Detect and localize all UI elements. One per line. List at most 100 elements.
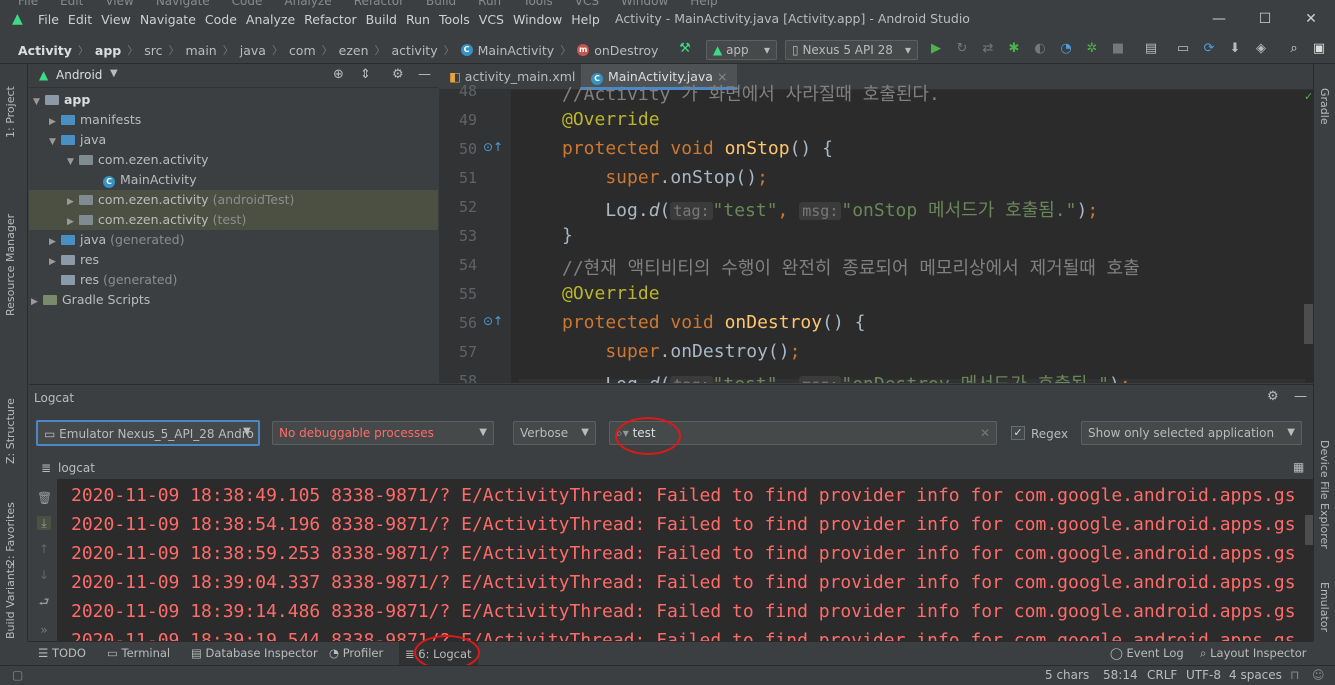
chevron-down-icon[interactable]: ▼ (110, 68, 118, 79)
profile-icon[interactable]: ◔ (1057, 40, 1075, 58)
layout-icon[interactable]: ▦ (1293, 460, 1304, 474)
code-line[interactable]: protected void onDestroy() { (562, 312, 865, 333)
tree-item-app[interactable]: ▼ app (33, 90, 90, 110)
menu-help[interactable]: Help (571, 12, 600, 27)
menu-build[interactable]: Build (366, 12, 397, 27)
tree-item-res[interactable]: ▶ res (49, 250, 99, 270)
log-line[interactable]: 2020-11-09 18:38:54.196 8338-9871/? E/Ac… (71, 514, 1296, 535)
tab-favorites[interactable]: 2: Favorites (4, 502, 17, 566)
expand-arrow-icon[interactable]: ▶ (67, 212, 79, 232)
attach-debugger-icon[interactable]: ✲ (1083, 40, 1101, 58)
hide-icon[interactable]: — (1294, 389, 1307, 404)
settings-icon[interactable]: ▣ (1310, 40, 1328, 58)
expand-arrow-icon[interactable]: ▶ (31, 292, 43, 312)
breadcrumb-item[interactable]: src (144, 43, 162, 58)
expand-arrow-icon[interactable]: ▶ (49, 232, 61, 252)
tree-item-res-generated[interactable]: res (generated) (61, 270, 177, 290)
logcat-output[interactable]: 2020-11-09 18:38:49.105 8338-9871/? E/Ac… (57, 479, 1313, 642)
breadcrumb-item[interactable]: onDestroy (594, 43, 658, 58)
close-button[interactable]: ✕ (1288, 8, 1334, 30)
gear-icon[interactable]: ⚙ (1267, 389, 1279, 404)
tab-resource-manager[interactable]: Resource Manager (4, 214, 17, 316)
stop-icon[interactable]: ■ (1109, 40, 1127, 58)
tab-emulator[interactable]: Emulator (1318, 582, 1331, 632)
status-indent[interactable]: 4 spaces (1229, 668, 1282, 682)
debug-icon[interactable]: ✱ (1005, 40, 1023, 58)
tree-item-package-androidtest[interactable]: ▶ com.ezen.activity (androidTest) (67, 190, 294, 210)
locate-icon[interactable]: ⊕ (333, 67, 344, 82)
code-line[interactable]: @Override (562, 109, 660, 130)
breadcrumb-item[interactable]: activity (392, 43, 438, 58)
maximize-button[interactable]: ☐ (1242, 8, 1288, 30)
minimize-button[interactable]: — (1196, 8, 1242, 30)
menu-view[interactable]: View (101, 12, 131, 27)
build-hammer-icon[interactable]: ⚒ (676, 40, 694, 58)
breadcrumb-item[interactable]: app (95, 43, 121, 58)
down-icon[interactable]: ↓ (37, 568, 51, 582)
tree-item-manifests[interactable]: ▶ manifests (49, 110, 141, 130)
code-editor[interactable]: ◧ activity_main.xml × CMainActivity.java… (439, 64, 1313, 383)
run-icon[interactable]: ▶ (927, 40, 945, 58)
breadcrumb-item[interactable]: main (186, 43, 217, 58)
tree-item-mainactivity[interactable]: C MainActivity (103, 170, 197, 190)
breadcrumb-item[interactable]: com (289, 43, 316, 58)
menu-refactor[interactable]: Refactor (304, 12, 356, 27)
menu-window[interactable]: Window (513, 12, 562, 27)
breadcrumb-item[interactable]: Activity (18, 43, 72, 58)
tree-item-package[interactable]: ▼ com.ezen.activity (67, 150, 209, 170)
device-select[interactable]: ▯ Nexus 5 API 28 ▾ (785, 40, 918, 60)
code-line[interactable]: Log.d(tag: "test", msg: "onStop 메서드가 호출됨."… (562, 196, 1098, 222)
clear-log-icon[interactable]: 🗑 (37, 491, 52, 505)
tab-project[interactable]: 1: Project (4, 86, 17, 138)
tree-item-package-test[interactable]: ▶ com.ezen.activity (test) (67, 210, 246, 230)
menu-edit[interactable]: Edit (68, 12, 92, 27)
menu-code[interactable]: Code (205, 12, 237, 27)
project-structure-icon[interactable]: ▤ (1142, 40, 1160, 58)
log-level-select[interactable]: Verbose ▼ (513, 421, 596, 445)
menu-file[interactable]: File (38, 12, 59, 27)
tool-database-inspector[interactable]: ▤ Database Inspector (191, 646, 318, 660)
override-marker-icon[interactable]: ⊙↑ (483, 140, 503, 154)
clear-icon[interactable]: ✕ (980, 422, 990, 444)
project-view-select[interactable]: Android (56, 68, 102, 82)
gear-icon[interactable]: ⚙ (392, 67, 404, 82)
sync-gradle-icon[interactable]: ⟳ (1200, 40, 1218, 58)
breadcrumb-item[interactable]: MainActivity (478, 43, 555, 58)
apply-code-changes-icon[interactable]: ⇄ (979, 40, 997, 58)
scroll-to-end-icon[interactable]: ⤓ (37, 516, 51, 530)
code-line[interactable]: protected void onStop() { (562, 138, 833, 159)
expand-arrow-icon[interactable]: ▶ (67, 192, 79, 212)
menu-navigate[interactable]: Navigate (140, 12, 196, 27)
status-line-endings[interactable]: CRLF (1147, 668, 1177, 682)
status-caret-position[interactable]: 58:14 (1103, 668, 1138, 682)
code-line[interactable]: super.onStop(); (562, 167, 768, 188)
code-line[interactable]: Log.d(tag:"test", msg:"onDestroy 메서드가 호출… (562, 370, 1131, 383)
tool-profiler[interactable]: ◔ Profiler (329, 646, 383, 660)
tool-event-log[interactable]: ◯ Event Log (1110, 646, 1184, 660)
notification-icon[interactable]: ☺ (1312, 668, 1325, 682)
menu-tools[interactable]: Tools (439, 12, 470, 27)
log-line[interactable]: 2020-11-09 18:38:49.105 8338-9871/? E/Ac… (71, 485, 1296, 506)
up-icon[interactable]: ↑ (37, 542, 51, 556)
tree-item-java[interactable]: ▼ java (49, 130, 106, 150)
avd-manager-icon[interactable]: ▭ (1174, 40, 1192, 58)
process-filter-select[interactable]: No debuggable processes ▼ (272, 421, 494, 445)
expand-arrow-icon[interactable]: ▼ (33, 92, 45, 112)
tab-structure[interactable]: Z: Structure (4, 398, 17, 464)
hide-icon[interactable]: — (418, 67, 431, 82)
menu-vcs[interactable]: VCS (479, 12, 504, 27)
code-line[interactable]: //현재 액티비티의 수행이 완전히 종료되어 메모리상에서 제거될때 호출 (562, 254, 1140, 280)
soft-wrap-icon[interactable]: ⮐ (37, 595, 51, 609)
apply-changes-icon[interactable]: ↻ (953, 40, 971, 58)
status-toggle-icon[interactable]: ▢ (12, 668, 23, 682)
tree-item-gradle-scripts[interactable]: ▶ Gradle Scripts (31, 290, 150, 310)
tool-terminal[interactable]: ▭ Terminal (107, 646, 170, 660)
code-line[interactable]: } (562, 225, 573, 246)
log-line[interactable]: 2020-11-09 18:39:04.337 8338-9871/? E/Ac… (71, 572, 1296, 593)
tool-layout-inspector[interactable]: ⌕ Layout Inspector (1200, 646, 1307, 661)
regex-checkbox[interactable]: ✓ (1011, 426, 1025, 440)
override-marker-icon[interactable]: ⊙↑ (483, 314, 503, 328)
expand-arrow-icon[interactable]: ▶ (49, 252, 61, 272)
search-icon[interactable]: ⌕ (1285, 40, 1303, 58)
device-filter-select[interactable]: ▭ Emulator Nexus_5_API_28 Andro (36, 420, 260, 446)
